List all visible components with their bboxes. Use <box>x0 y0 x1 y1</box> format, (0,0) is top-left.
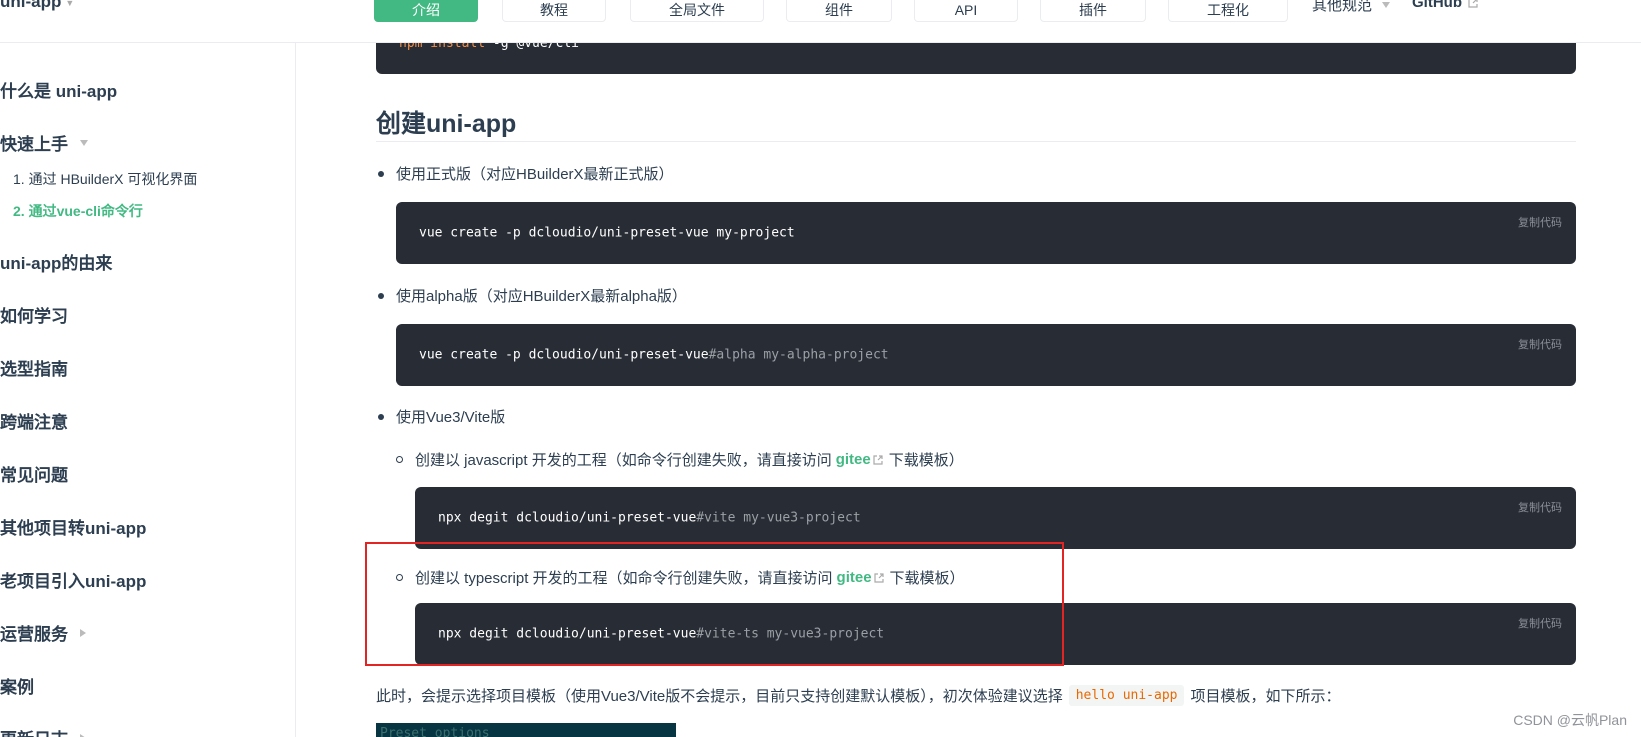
bullet-dot <box>378 292 384 299</box>
sidebar-item-label: 其他项目转uni-app <box>0 519 147 538</box>
sidebar: 什么是 uni-app 快速上手 1. 通过 HBuilderX 可视化界面 2… <box>0 43 296 737</box>
copy-code-button[interactable]: 复制代码 <box>1518 615 1562 631</box>
list-item-text: 使用Vue3/Vite版 <box>396 409 506 426</box>
sidebar-item-faq[interactable]: 常见问题 <box>0 461 68 486</box>
list-item-text: 创建以 typescript 开发的工程（如命令行创建失败，请直接访问 <box>415 570 833 587</box>
sidebar-sub-vue-cli[interactable]: 2. 通过vue-cli命令行 <box>13 201 143 221</box>
chevron-down-icon <box>1382 1 1391 8</box>
list-item: 使用Vue3/Vite版 <box>378 406 505 427</box>
tab-plugins[interactable]: 插件 <box>1040 0 1146 22</box>
sidebar-item-cross-platform[interactable]: 跨端注意 <box>0 408 68 433</box>
more-specs-label: 其他规范 <box>1312 0 1373 14</box>
bullet-circle <box>396 456 403 463</box>
paragraph-template-hint: 此时，会提示选择项目模板（使用Vue3/Vite版不会提示，目前只支持创建默认模… <box>376 685 1341 706</box>
chevron-right-icon <box>80 733 86 737</box>
sidebar-item-how-to-learn[interactable]: 如何学习 <box>0 302 68 327</box>
sidebar-item-cases[interactable]: 案例 <box>0 673 34 698</box>
list-item-sub: 创建以 typescript 开发的工程（如命令行创建失败，请直接访问 gite… <box>396 567 965 588</box>
copy-code-button[interactable]: 复制代码 <box>1518 336 1562 352</box>
terminal-preview: Preset options <box>376 723 676 737</box>
sidebar-item-label: 如何学习 <box>0 307 68 326</box>
sidebar-item-label: 案例 <box>0 678 34 697</box>
chevron-down-icon <box>80 139 88 146</box>
code-text: vue create -p dcloudio/uni-preset-vue my… <box>419 225 795 241</box>
sidebar-item-migrate[interactable]: 其他项目转uni-app <box>0 514 146 539</box>
bullet-dot <box>378 413 384 420</box>
code-block-vite-ts: npx degit dcloudio/uni-preset-vue#vite-t… <box>415 603 1576 665</box>
brand-label: uni-app <box>0 0 62 11</box>
code-text: vue create -p dcloudio/uni-preset-vue <box>419 347 709 363</box>
list-item-sub: 创建以 javascript 开发的工程（如命令行创建失败，请直接访问 gite… <box>396 449 964 470</box>
code-comment: #alpha my-alpha-project <box>708 347 889 363</box>
tab-components[interactable]: 组件 <box>786 0 892 22</box>
list-item: 使用alpha版（对应HBuilderX最新alpha版） <box>378 285 687 306</box>
code-text: npx degit dcloudio/uni-preset-vue <box>438 626 697 642</box>
bullet-dot <box>378 170 384 177</box>
copy-code-button[interactable]: 复制代码 <box>1518 214 1562 230</box>
sidebar-item-selection-guide[interactable]: 选型指南 <box>0 355 68 380</box>
sidebar-item-quick-start[interactable]: 快速上手 <box>0 130 88 155</box>
external-link-icon <box>873 454 883 465</box>
sidebar-item-label: uni-app的由来 <box>0 254 113 273</box>
tab-api[interactable]: API <box>914 0 1018 22</box>
tab-label: 教程 <box>540 2 568 18</box>
sidebar-item-what-is[interactable]: 什么是 uni-app <box>0 77 117 102</box>
sidebar-item-label: 更新日志 <box>0 725 68 737</box>
github-label: GitHub <box>1412 0 1462 11</box>
list-item-text: 创建以 javascript 开发的工程（如命令行创建失败，请直接访问 <box>415 452 832 469</box>
code-comment: #vite my-vue3-project <box>696 510 861 526</box>
tab-label: 插件 <box>1079 2 1107 18</box>
gitee-link[interactable]: gitee <box>836 451 883 468</box>
tab-label: API <box>954 2 978 18</box>
sidebar-item-label: 快速上手 <box>0 135 68 154</box>
sidebar-item-legacy[interactable]: 老项目引入uni-app <box>0 567 146 592</box>
sidebar-item-label: 什么是 uni-app <box>0 82 118 101</box>
watermark: CSDN @云帆Plan <box>1513 712 1627 728</box>
tab-label: 介绍 <box>412 2 440 18</box>
list-item-text: 使用alpha版（对应HBuilderX最新alpha版） <box>396 288 687 305</box>
sidebar-item-label: 常见问题 <box>0 466 68 485</box>
code-block-alpha: vue create -p dcloudio/uni-preset-vue#al… <box>396 324 1576 386</box>
list-item-text: 下载模板） <box>889 570 965 587</box>
sidebar-item-changelog[interactable]: 更新日志 <box>0 725 86 737</box>
external-link-icon <box>873 572 884 583</box>
sidebar-item-label: 选型指南 <box>0 360 68 379</box>
link-label: gitee <box>835 451 871 468</box>
bullet-circle <box>396 574 403 581</box>
code-text: npx degit dcloudio/uni-preset-vue <box>438 510 697 526</box>
tab-label: 组件 <box>825 2 853 18</box>
gitee-link[interactable]: gitee <box>837 569 884 586</box>
external-link-icon <box>1468 0 1478 8</box>
copy-code-button[interactable]: 复制代码 <box>1518 499 1562 515</box>
link-label: gitee <box>836 569 872 586</box>
paragraph-text: 项目模板，如下所示： <box>1190 688 1341 705</box>
code-comment: #vite-ts my-vue3-project <box>696 626 885 642</box>
tab-tutorial[interactable]: 教程 <box>502 0 606 22</box>
section-heading: 创建uni-app <box>376 104 1576 142</box>
list-item-text: 下载模板） <box>888 452 964 469</box>
tab-label: 工程化 <box>1207 2 1249 18</box>
sidebar-item-operations[interactable]: 运营服务 <box>0 620 86 645</box>
inline-code: hello uni-app <box>1068 685 1185 706</box>
code-block-vite-js: npx degit dcloudio/uni-preset-vue#vite m… <box>415 487 1576 549</box>
sidebar-item-label: 运营服务 <box>0 625 68 644</box>
sidebar-item-label: 老项目引入uni-app <box>0 572 147 591</box>
chevron-down-icon: ▼ <box>65 0 75 8</box>
sidebar-item-label: 跨端注意 <box>0 413 68 432</box>
brand-dropdown[interactable]: uni-app ▼ <box>0 0 74 12</box>
tab-label: 全局文件 <box>669 2 725 18</box>
list-item: 使用正式版（对应HBuilderX最新正式版） <box>378 163 674 184</box>
more-specs-dropdown[interactable]: 其他规范 <box>1312 0 1391 15</box>
tab-intro[interactable]: 介绍 <box>374 0 478 22</box>
tab-global-files[interactable]: 全局文件 <box>630 0 764 22</box>
chevron-right-icon <box>80 628 86 637</box>
tab-engineering[interactable]: 工程化 <box>1168 0 1288 22</box>
github-link[interactable]: GitHub <box>1412 0 1478 11</box>
list-item-text: 使用正式版（对应HBuilderX最新正式版） <box>396 166 674 183</box>
sidebar-item-origin[interactable]: uni-app的由来 <box>0 249 112 274</box>
top-navbar: uni-app ▼ 介绍 教程 全局文件 组件 API 插件 工程化 其他规范 G… <box>0 0 1641 43</box>
sidebar-sub-hbuilderx[interactable]: 1. 通过 HBuilderX 可视化界面 <box>13 169 197 189</box>
paragraph-text: 此时，会提示选择项目模板（使用Vue3/Vite版不会提示，目前只支持创建默认模… <box>376 688 1063 705</box>
code-block-release: vue create -p dcloudio/uni-preset-vue my… <box>396 202 1576 264</box>
